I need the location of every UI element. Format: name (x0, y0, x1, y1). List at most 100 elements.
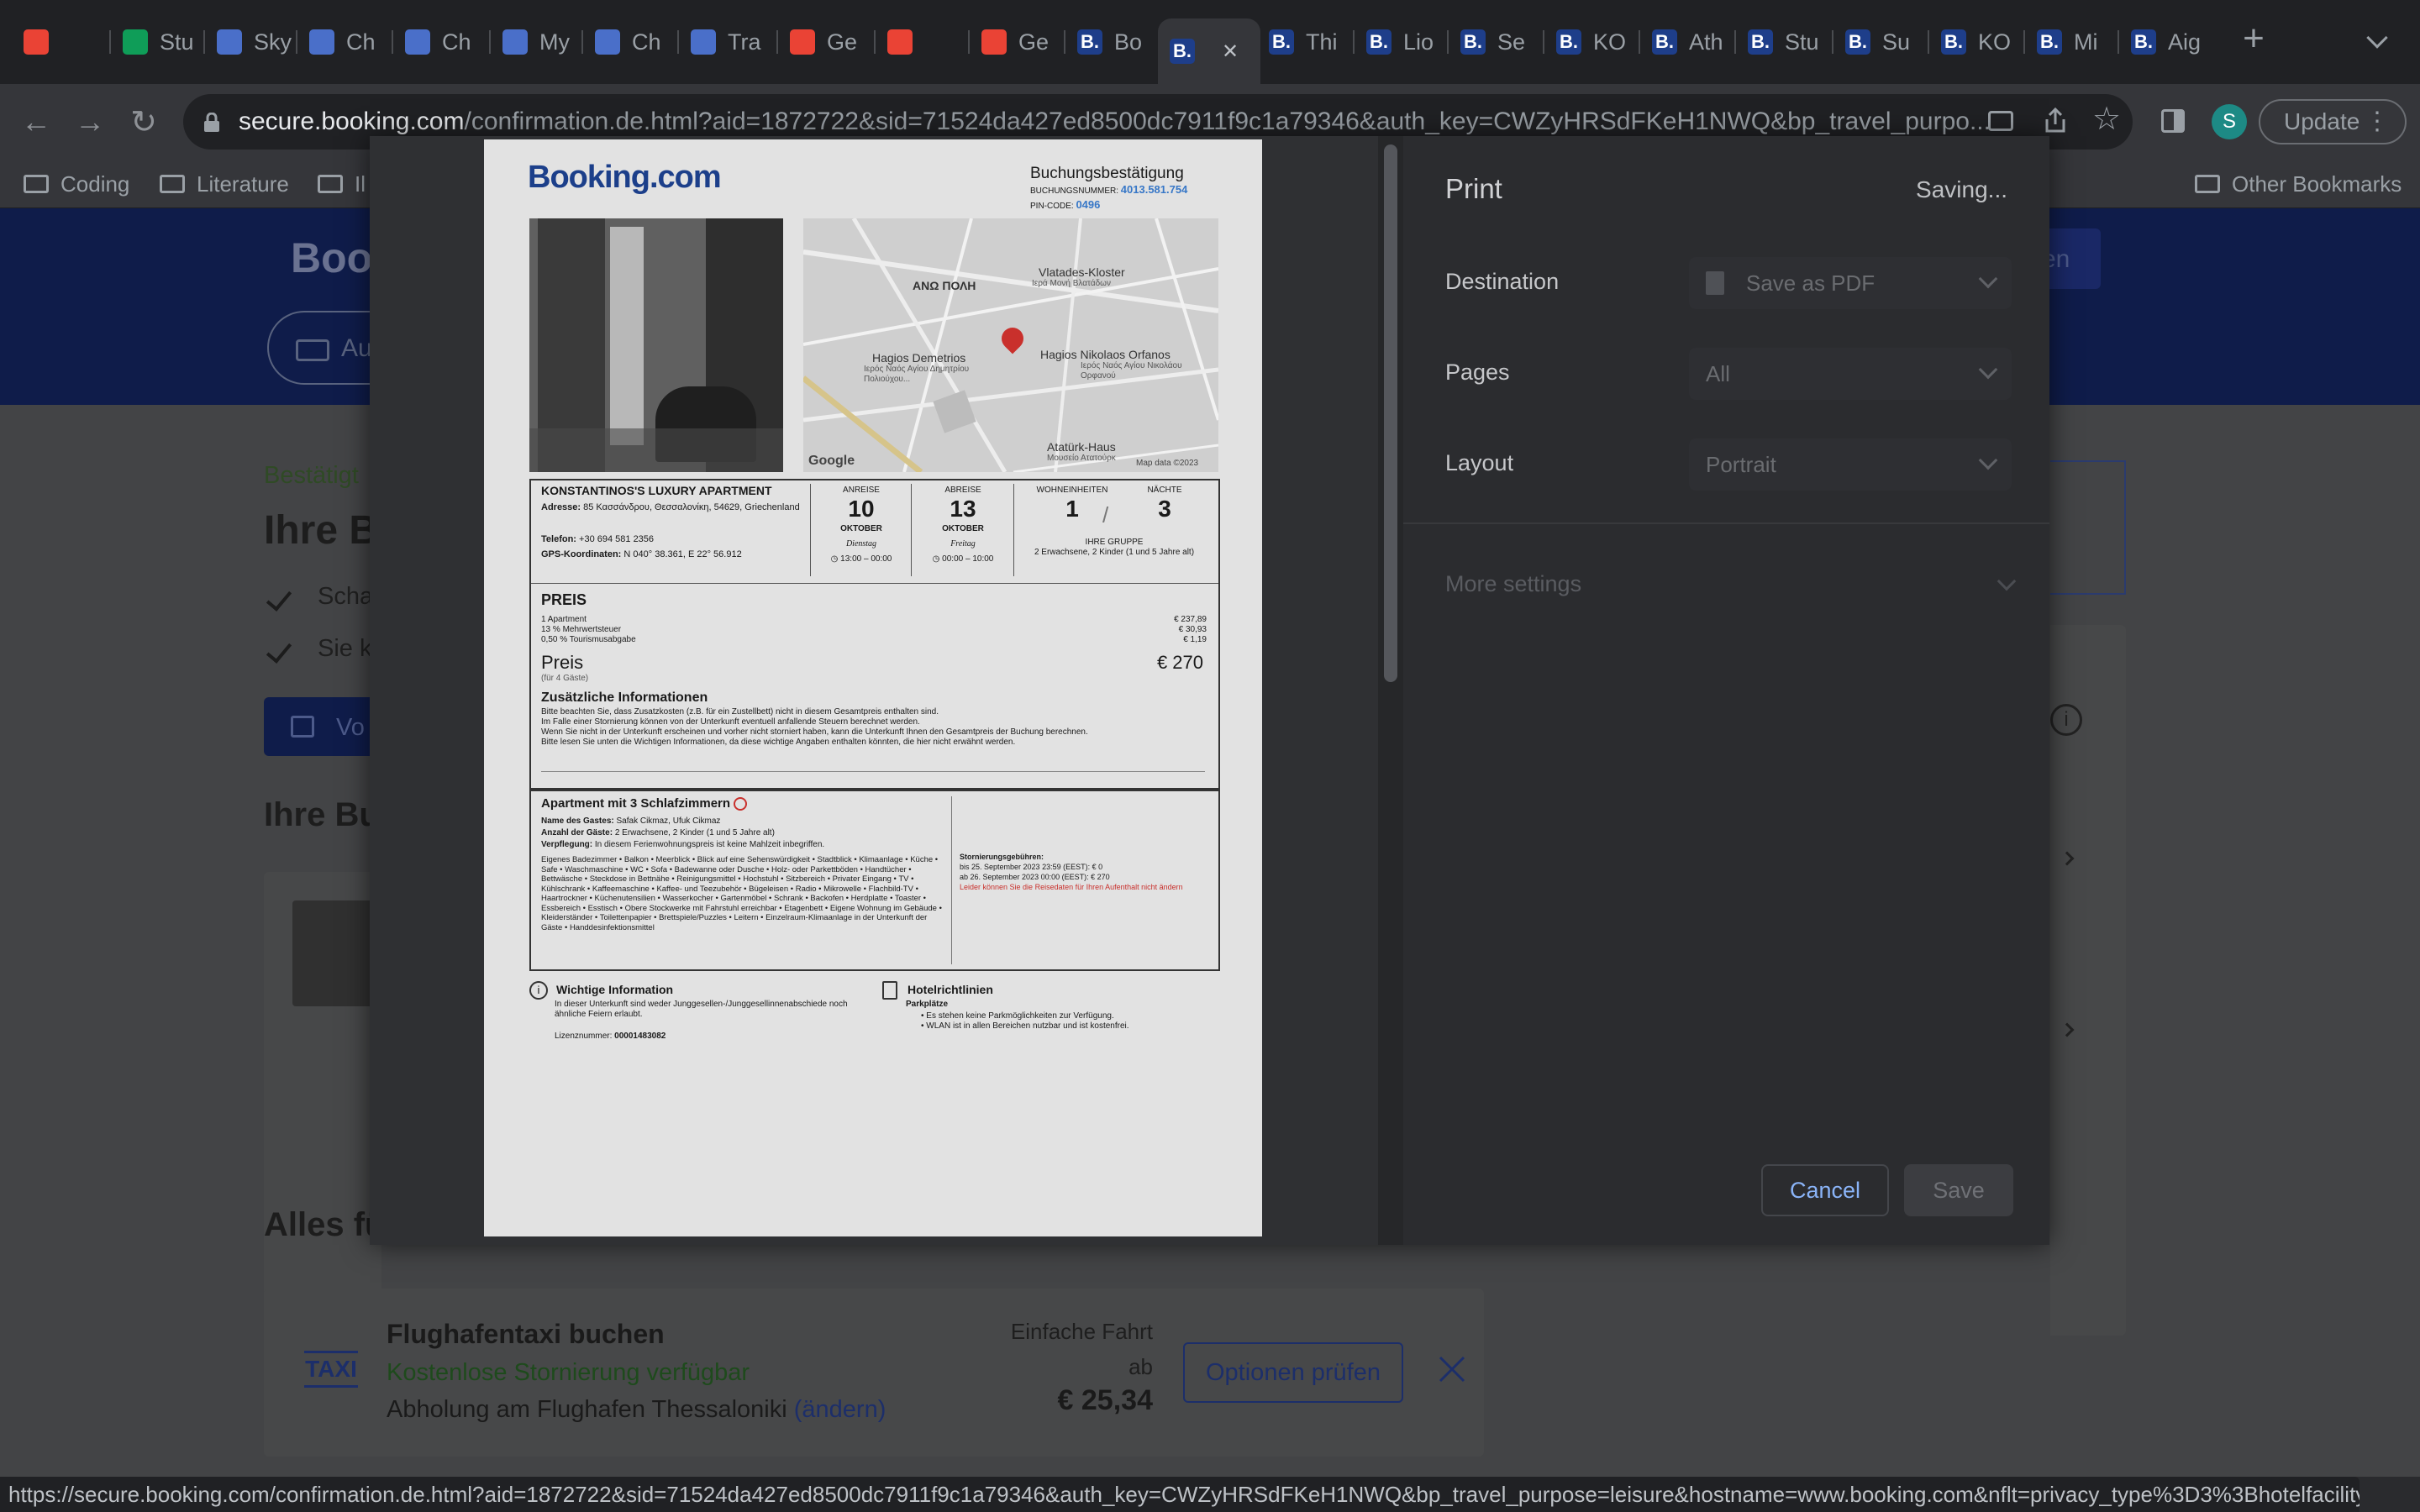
tab-label: Lio (1403, 29, 1434, 55)
group-label: IHRE GRUPPE (1085, 538, 1144, 547)
bookmark-folder[interactable]: Coding (24, 168, 129, 200)
close-tab-icon[interactable]: ✕ (1222, 39, 1239, 64)
other-bookmarks[interactable]: Other Bookmarks (2195, 168, 2402, 200)
property-address: Adresse: 85 Κασσάνδρου, Θεσσαλονίκη, 546… (541, 502, 802, 513)
folder-icon (160, 175, 185, 193)
tab[interactable] (887, 20, 968, 64)
slash-divider: / (1102, 502, 1109, 528)
side-panel-icon[interactable] (2161, 109, 2185, 133)
checkin-weekday: Dienstag (845, 539, 877, 549)
tab[interactable] (24, 20, 104, 64)
printer-icon (291, 716, 314, 738)
bookmark-label: Il (355, 171, 366, 197)
amenities-list: Eigenes Badezimmer • Balkon • Meerblick … (541, 855, 942, 932)
forward-icon[interactable]: → (69, 101, 111, 143)
right-card: i (2050, 625, 2126, 1336)
close-icon[interactable] (1435, 1352, 1469, 1386)
all-for-heading: Alles fü (264, 1206, 386, 1243)
tab[interactable]: Ch (405, 20, 486, 64)
tab[interactable]: Ch (595, 20, 676, 64)
site-icon (691, 29, 716, 55)
tab[interactable]: B. Bo (1077, 20, 1158, 64)
scrollbar-thumb[interactable] (1384, 144, 1397, 682)
tab[interactable]: B. KO (1941, 20, 2022, 64)
tab[interactable]: Ge (981, 20, 1062, 64)
tab-label: Stu (1785, 29, 1819, 55)
price-row-label: 0,50 % Tourismusabgabe (541, 635, 636, 644)
save-button[interactable]: Save (1904, 1164, 2013, 1216)
tab[interactable]: Ch (309, 20, 390, 64)
tab[interactable]: B. Stu (1748, 20, 1828, 64)
lock-icon[interactable] (203, 111, 220, 132)
tab[interactable]: B. ✕ (1158, 18, 1260, 84)
search-box[interactable]: Au (267, 311, 385, 385)
bookmark-label: Literature (197, 171, 289, 197)
back-icon[interactable]: ← (15, 101, 57, 143)
document-icon (882, 981, 897, 1000)
site-icon (595, 29, 620, 55)
tab-separator (874, 30, 876, 54)
new-tab-button[interactable]: + (2235, 20, 2272, 59)
update-button[interactable]: Update ⋮ (2259, 99, 2407, 144)
tab[interactable]: Tra (691, 20, 771, 64)
preview-scrollbar[interactable] (1378, 136, 1403, 1245)
chevron-right-icon[interactable] (2060, 851, 2075, 866)
taxi-pickup: Abholung am Flughafen Thessaloniki (ände… (387, 1396, 886, 1424)
clock-icon: ◷ (932, 554, 940, 564)
cancel-line-1: bis 25. September 2023 23:59 (EEST): € 0 (960, 863, 1103, 871)
tab[interactable]: B. Lio (1366, 20, 1447, 64)
tab-separator (489, 30, 491, 54)
booking-icon: B. (1941, 29, 1966, 55)
layout-select[interactable]: Portrait (1689, 438, 2012, 491)
tab[interactable]: B. Thi (1269, 20, 1349, 64)
options-button[interactable]: Optionen prüfen (1183, 1342, 1403, 1403)
bookmark-folder[interactable]: Literature (160, 168, 289, 200)
tab[interactable]: B. Se (1460, 20, 1541, 64)
divider (951, 796, 952, 964)
tab-separator (968, 30, 970, 54)
tab[interactable]: Stu (123, 20, 203, 64)
price-row: 1 Apartment € 237,89 (541, 615, 1207, 624)
tab[interactable]: My (502, 20, 583, 64)
pages-select[interactable]: All (1689, 348, 2012, 400)
nights-value: 3 (1158, 496, 1171, 522)
room-heading: Apartment mit 3 Schlafzimmern (541, 796, 748, 811)
share-icon[interactable] (2040, 106, 2070, 136)
tab-separator (1639, 30, 1640, 54)
print-page-button[interactable]: Vo (264, 697, 381, 756)
price-row: 13 % Mehrwertsteuer € 30,93 (541, 625, 1207, 634)
map-label-vlatades: Vlatades-Kloster (1039, 265, 1125, 279)
tab-label: Tra (728, 29, 761, 55)
bookmark-folder[interactable]: Il (318, 168, 366, 200)
tab[interactable]: B. Mi (2037, 20, 2118, 64)
install-app-icon[interactable] (1988, 111, 2013, 131)
phone-label: Telefon: (541, 534, 576, 544)
guest-count-value: 2 Erwachsene, 2 Kinder (1 und 5 Jahre al… (614, 828, 775, 837)
address-host: secure.booking.com (239, 108, 465, 135)
destination-select[interactable]: Save as PDF (1689, 257, 2012, 309)
property-name: KONSTANTINOS'S LUXURY APARTMENT (541, 484, 772, 497)
tab[interactable]: B. Ath (1652, 20, 1733, 64)
tab[interactable]: Ge (790, 20, 871, 64)
chevron-right-icon[interactable] (2060, 1022, 2075, 1037)
tab-search-icon[interactable] (2366, 27, 2388, 49)
map-label-nikolaos-gr: Ιερός Ναός Αγίου Νικολάου Ορφανού (1081, 361, 1182, 381)
gmail-icon (24, 29, 49, 55)
pin-row: PIN-CODE: 0496 (1030, 199, 1100, 212)
pages-label: Pages (1445, 360, 1510, 385)
checkin-month: OKTOBER (840, 524, 882, 533)
divider (1403, 522, 2049, 524)
reload-icon[interactable]: ↻ (123, 101, 165, 143)
tab[interactable]: B. Aig (2131, 20, 2212, 64)
tab[interactable]: B. Su (1845, 20, 1926, 64)
avatar[interactable]: S (2212, 104, 2247, 139)
cancel-button[interactable]: Cancel (1761, 1164, 1889, 1216)
price-row-value: € 237,89 (1174, 615, 1207, 624)
tab[interactable]: B. KO (1556, 20, 1637, 64)
tab[interactable]: Sky (217, 20, 297, 64)
info-icon[interactable]: i (2050, 704, 2082, 736)
bookmark-star-icon[interactable]: ☆ (2092, 102, 2126, 136)
taxi-change-link[interactable]: (ändern) (794, 1396, 886, 1423)
folder-icon (2195, 175, 2220, 193)
more-settings[interactable]: More settings (1445, 571, 2017, 605)
